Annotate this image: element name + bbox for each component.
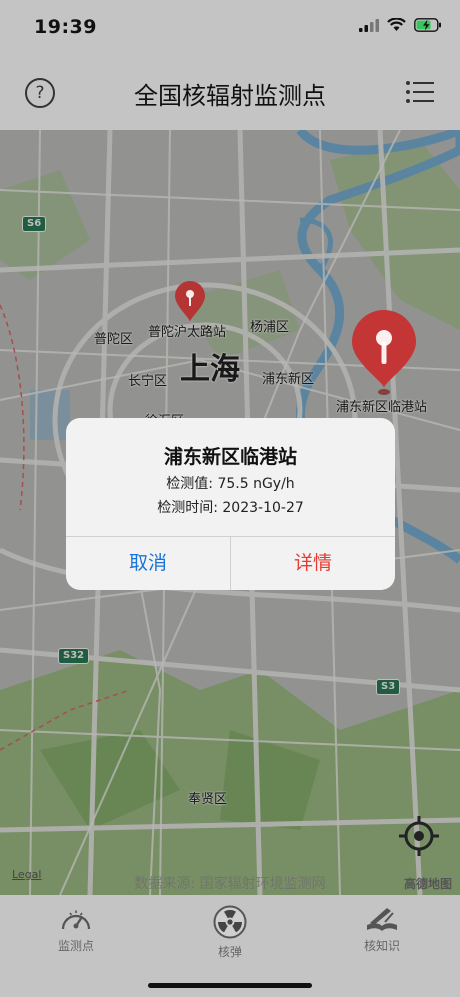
page-title: 全国核辐射监测点	[134, 82, 326, 110]
status-bar: 19:39	[0, 0, 460, 58]
status-icons	[359, 18, 442, 32]
data-source-text: 数据来源: 国家辐射环境监测网	[134, 876, 326, 892]
station-pin-icon[interactable]	[172, 278, 208, 324]
home-indicator[interactable]	[148, 983, 312, 988]
station-alert-dialog: 浦东新区临港站 检测值: 75.5 nGy/h 检测时间: 2023-10-27…	[66, 418, 395, 590]
dialog-button-row: 取消 详情	[66, 536, 395, 590]
tab-nuclear-bomb[interactable]: 核弹	[180, 905, 280, 960]
tab-label: 核知识	[363, 939, 400, 953]
cancel-button[interactable]: 取消	[66, 537, 231, 590]
tab-nuclear-knowledge[interactable]: 核知识	[332, 905, 432, 954]
cellular-signal-icon	[359, 18, 379, 32]
selected-station-pin-icon[interactable]	[348, 306, 420, 396]
dialog-time-text: 检测时间: 2023-10-27	[157, 500, 304, 516]
gauge-icon	[61, 910, 91, 930]
tab-monitoring-points[interactable]: 监测点	[26, 905, 126, 954]
book-icon	[367, 908, 397, 931]
status-time: 19:39	[34, 16, 97, 38]
wifi-icon	[387, 18, 406, 31]
tab-label: 核弹	[217, 945, 242, 959]
details-button[interactable]: 详情	[231, 537, 395, 590]
dialog-title: 浦东新区临港站	[163, 446, 297, 468]
dialog-value-text: 检测值: 75.5 nGy/h	[166, 476, 295, 492]
navigation-bar: ? 全国核辐射监测点	[0, 58, 460, 130]
tab-label: 监测点	[57, 939, 94, 953]
list-menu-icon[interactable]	[406, 80, 434, 104]
tab-bar: 监测点 核弹 核知识	[0, 895, 460, 997]
map-provider-logo: 高德地图	[403, 877, 452, 891]
locate-me-icon[interactable]	[398, 815, 440, 857]
battery-charging-icon	[414, 18, 441, 32]
radiation-icon	[213, 905, 247, 939]
